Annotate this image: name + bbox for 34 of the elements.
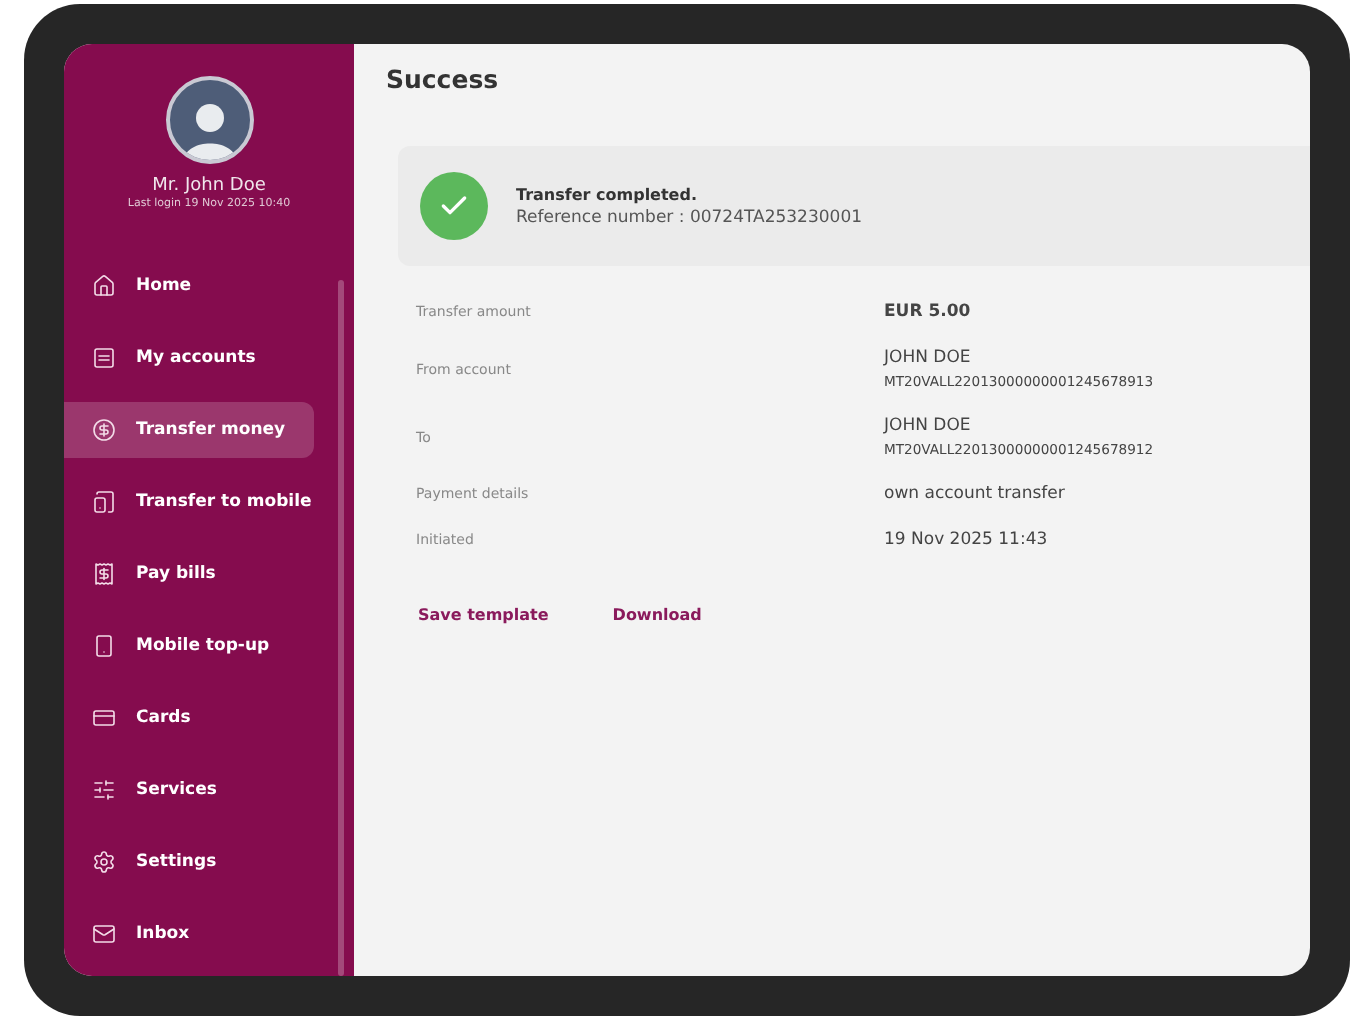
nav-item[interactable]: Cards bbox=[64, 690, 314, 746]
action-link[interactable]: Save template bbox=[418, 606, 549, 624]
nav-item[interactable]: Pay bills bbox=[64, 546, 314, 602]
detail-value: 19 Nov 2025 11:43 bbox=[884, 530, 1050, 550]
scrollbar[interactable] bbox=[338, 280, 344, 976]
detail-value: own account transfer bbox=[884, 484, 1067, 504]
nav-item[interactable]: Home bbox=[64, 258, 314, 314]
sliders-icon bbox=[92, 778, 116, 802]
detail-value: JOHN DOE bbox=[884, 416, 973, 436]
settings-icon bbox=[92, 850, 116, 874]
action-link[interactable]: Download bbox=[612, 606, 702, 624]
detail-value: EUR 5.00 bbox=[884, 302, 973, 322]
list-icon bbox=[92, 346, 116, 370]
nav-item[interactable]: Transfer to mobile bbox=[64, 474, 314, 530]
nav-item[interactable]: Transfer money bbox=[64, 402, 314, 458]
reference-number: Reference number : 00724TA253230001 bbox=[516, 207, 863, 227]
banner-title: Transfer completed. bbox=[516, 185, 699, 203]
card-icon bbox=[92, 706, 116, 730]
phone-icon bbox=[92, 634, 116, 658]
avatar-icon bbox=[165, 76, 253, 164]
coin-icon bbox=[92, 418, 116, 442]
nav-item[interactable]: My accounts bbox=[64, 330, 314, 386]
detail-value: JOHN DOE bbox=[884, 348, 973, 368]
nav-item[interactable]: Services bbox=[64, 762, 314, 818]
nav-item[interactable]: Inbox bbox=[64, 906, 314, 962]
receipt-icon bbox=[92, 562, 116, 586]
mail-icon bbox=[92, 922, 116, 946]
nav-item[interactable]: Mobile top-up bbox=[64, 618, 314, 674]
user-name: Mr. John Doe bbox=[152, 176, 266, 196]
phone-icon bbox=[92, 490, 116, 514]
house-icon bbox=[92, 274, 116, 298]
page-title: Success bbox=[386, 64, 501, 94]
check-icon bbox=[420, 172, 488, 240]
nav-item[interactable]: Settings bbox=[64, 834, 314, 890]
